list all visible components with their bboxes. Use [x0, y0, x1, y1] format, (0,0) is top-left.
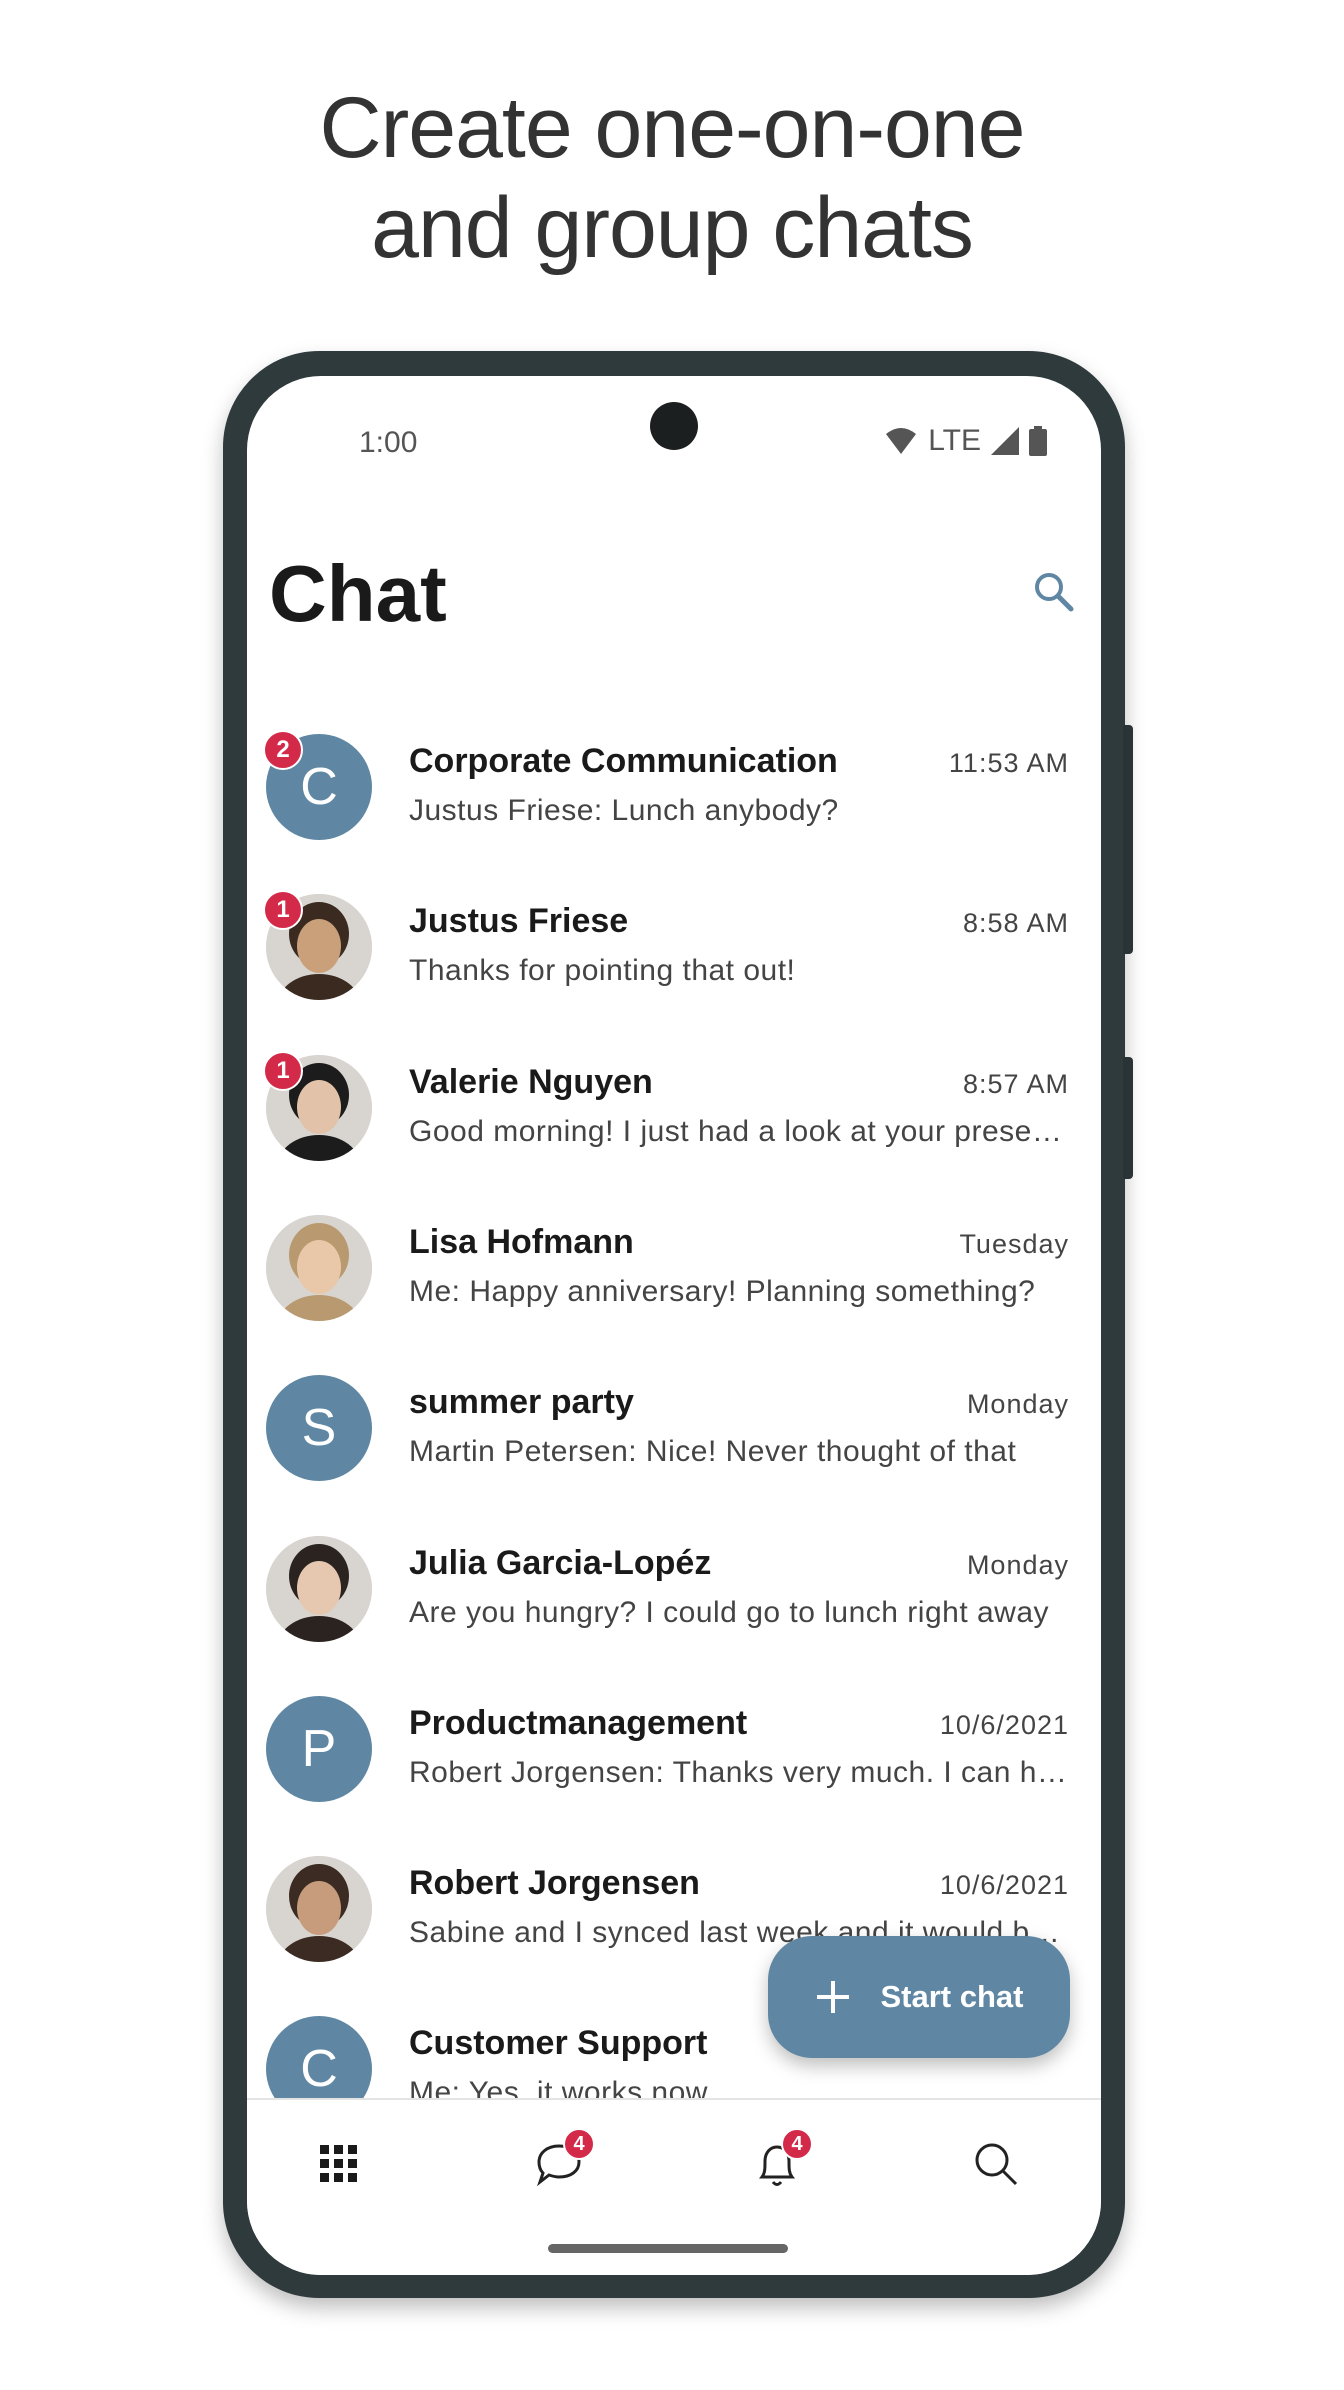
avatar-initial: S: [266, 1375, 372, 1482]
chat-list-item[interactable]: Lisa Hofmann Tuesday Me: Happy anniversary…: [247, 1211, 1101, 1371]
nav-notifications[interactable]: 4: [737, 2124, 817, 2204]
chat-time: Monday: [966, 1389, 1069, 1420]
chat-list-item[interactable]: 1 Justus Friese 8:58 AM Thanks for pointing…: [247, 890, 1101, 1050]
nav-chat[interactable]: 4: [519, 2124, 599, 2204]
status-time: 1:00: [359, 426, 418, 459]
wifi-icon: [886, 428, 917, 454]
apps-grid-icon: [320, 2145, 357, 2182]
chat-time: 10/6/2021: [939, 1870, 1069, 1901]
chat-name: Robert Jorgensen: [409, 1864, 700, 1903]
chat-preview: Justus Friese: Lunch anybody?: [409, 794, 839, 827]
start-chat-button[interactable]: Start chat: [768, 1936, 1070, 2058]
chat-name: Productmanagement: [409, 1703, 748, 1742]
chat-name: Valerie Nguyen: [409, 1062, 653, 1101]
unread-badge: 1: [263, 1050, 303, 1091]
power-button: [1123, 725, 1133, 954]
chat-name: Justus Friese: [409, 902, 629, 941]
avatar-photo: [266, 1856, 372, 1963]
network-label: LTE: [928, 424, 981, 457]
chat-preview: Thanks for pointing that out!: [409, 954, 796, 988]
chat-list-item[interactable]: C 2 Corporate Communication 11:53 AM Justus …: [247, 730, 1101, 890]
chat-badge: 4: [563, 2128, 595, 2160]
plus-icon: [816, 1981, 849, 2013]
chat-preview: Good morning! I just had a look at your …: [409, 1114, 1069, 1148]
chat-preview: Me: Happy anniversary! Planning somethin…: [409, 1274, 1036, 1308]
chat-time: 11:53 AM: [948, 748, 1069, 778]
camera-cutout: [650, 402, 698, 450]
avatar-photo: [266, 1214, 372, 1321]
status-icons: LTE: [884, 424, 1047, 458]
nav-apps[interactable]: [299, 2124, 379, 2204]
signal-icon: [991, 427, 1019, 455]
chat-list-item[interactable]: Ssummer party Monday Martin Petersen: Nice…: [247, 1371, 1101, 1531]
chat-list[interactable]: C 2 Corporate Communication 11:53 AM Justus …: [247, 706, 1101, 2098]
chat-list-item[interactable]: P Productmanagement 10/6/2021 Robert Jorgen…: [247, 1692, 1101, 1852]
chat-time: Tuesday: [959, 1228, 1069, 1259]
battery-icon: [1029, 426, 1047, 456]
chat-time: 8:57 AM: [962, 1068, 1069, 1099]
headline: Create one-on-one and group chats: [0, 78, 1344, 278]
chat-name: Customer Support: [409, 2024, 708, 2063]
unread-badge: 2: [263, 730, 303, 770]
headline-line-2: and group chats: [371, 180, 974, 276]
search-icon: [975, 2143, 1018, 2186]
chat-time: Monday: [966, 1549, 1069, 1580]
chat-list-item[interactable]: 1 Valerie Nguyen 8:57 AM Good morning! I ju…: [247, 1050, 1101, 1211]
avatar-photo: [266, 1535, 372, 1642]
chat-time: 8:58 AM: [962, 908, 1069, 939]
chat-list-item[interactable]: Julia Garcia-Lopéz Monday Are you hungry? …: [247, 1532, 1101, 1692]
nav-search[interactable]: [956, 2124, 1036, 2204]
start-chat-label: Start chat: [880, 1979, 1024, 2014]
avatar-initial: C: [266, 2016, 372, 2098]
home-indicator[interactable]: [548, 2244, 788, 2253]
chat-name: Julia Garcia-Lopéz: [409, 1543, 712, 1582]
notifications-badge: 4: [781, 2128, 813, 2160]
avatar-initial: P: [266, 1695, 372, 1802]
headline-line-1: Create one-on-one: [319, 80, 1026, 176]
bottom-navigation: 4 4: [247, 2098, 1101, 2275]
chat-preview: Martin Petersen: Nice! Never thought of …: [409, 1435, 1017, 1469]
volume-button: [1123, 1057, 1133, 1179]
chat-preview: Are you hungry? I could go to lunch righ…: [409, 1595, 1050, 1629]
chat-preview: Me: Yes, it works now: [409, 2076, 708, 2098]
chat-name: summer party: [409, 1383, 634, 1422]
chat-name: Corporate Communication: [409, 742, 838, 780]
search-icon[interactable]: [1032, 570, 1076, 614]
chat-name: Lisa Hofmann: [409, 1222, 634, 1261]
chat-preview: Robert Jorgensen: Thanks very much. I ca…: [409, 1755, 1069, 1789]
page-title: Chat: [269, 549, 447, 638]
chat-time: 10/6/2021: [939, 1709, 1069, 1740]
phone-screen: 1:00 LTE Chat C 2 Corporate Communication 1…: [247, 376, 1101, 2275]
